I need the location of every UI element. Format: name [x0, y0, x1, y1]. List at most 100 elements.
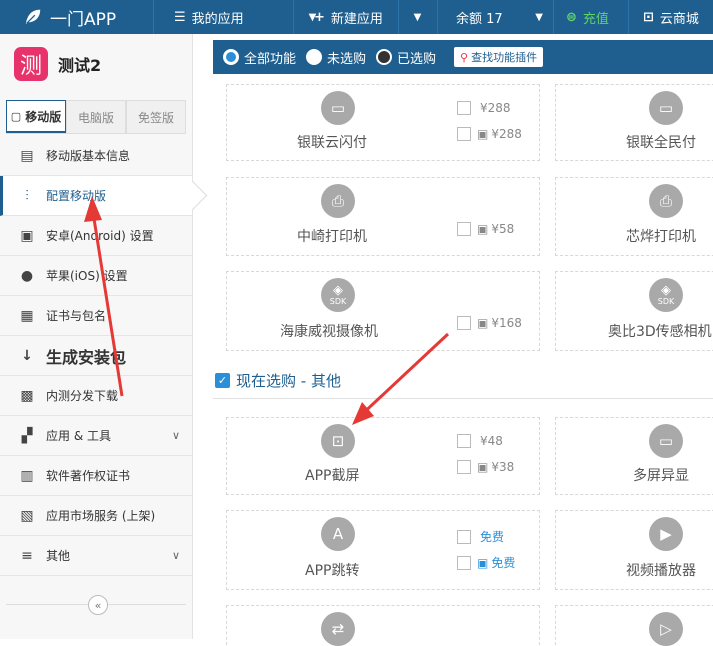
certificate-icon: ▦: [20, 307, 34, 324]
price-ios[interactable]: ¥288: [457, 101, 511, 115]
transfer-icon: ⇄: [321, 612, 355, 646]
plugin-title: APP截屏: [305, 468, 360, 484]
tab-mobile-label: 移动版: [25, 109, 62, 124]
checkbox[interactable]: [457, 101, 471, 115]
checkbox[interactable]: [457, 460, 471, 474]
monitor-icon: ▭: [649, 424, 683, 458]
yuan-icon: ⊜: [566, 9, 577, 25]
price-android[interactable]: ▣ ¥288: [457, 127, 522, 141]
sliders-icon: ⫶: [25, 187, 29, 204]
printer-icon: ⎙: [649, 184, 683, 218]
filter-all-radio[interactable]: 全部功能: [223, 48, 296, 67]
plugin-card-xinye-printer[interactable]: ⎙ 芯烨打印机: [555, 177, 713, 256]
balance-menu[interactable]: 余额 17 ▼: [437, 0, 553, 34]
list-icon: ▤: [20, 147, 34, 164]
plugin-card-hikvision-camera[interactable]: ◈ SDK 海康威视摄像机 ▣ ¥168: [226, 271, 540, 351]
sidebar-item-build-package[interactable]: ↓ 生成安装包: [0, 336, 192, 376]
plugin-card-partial[interactable]: ⇄: [226, 605, 540, 646]
sidebar-item-label: 配置移动版: [46, 189, 107, 203]
tab-no-sign[interactable]: 免签版: [126, 100, 186, 133]
price-ios[interactable]: 免费: [457, 528, 504, 545]
checkbox[interactable]: [457, 555, 471, 570]
filter-selected-radio[interactable]: 已选购: [376, 48, 436, 67]
android-icon: ▣: [477, 555, 489, 570]
card-payment-icon: ▭: [649, 91, 683, 125]
store-button[interactable]: ⊡ 云商城: [628, 0, 713, 34]
sidebar-item-config-mobile[interactable]: ⫶ 配置移动版: [0, 176, 192, 216]
plugin-card-partial[interactable]: ▷: [555, 605, 713, 646]
checkbox[interactable]: [457, 434, 471, 448]
search-plugin-button[interactable]: ⚲ 查找功能插件: [454, 47, 544, 67]
qrcode-icon: ▩: [20, 387, 34, 404]
tab-mobile[interactable]: ▢ 移动版: [6, 100, 66, 133]
app-name: 测试2: [58, 56, 102, 75]
plugin-card-video-player[interactable]: ▶ 视频播放器: [555, 510, 713, 590]
layers-icon: ◈: [333, 282, 343, 298]
price-android[interactable]: ▣ ¥38: [457, 460, 514, 474]
top-nav-bar: 一门APP ☰ 我的应用 ▼ + 新建应用 ▼ 余额 17 ▼ ⊜ 充值 ⊡ 云…: [0, 0, 713, 34]
sidebar-item-apps-tools[interactable]: ▞ 应用 & 工具 ∨: [0, 416, 192, 456]
tab-desktop[interactable]: 电脑版: [66, 100, 126, 133]
collapse-sidebar-button[interactable]: «: [88, 595, 108, 615]
android-icon: ▣: [477, 460, 489, 474]
radio-checked-icon: [223, 49, 239, 65]
sidebar-item-other[interactable]: ≡ 其他 ∨: [0, 536, 192, 576]
leaf-logo-icon: [25, 9, 41, 25]
plugin-title: 海康威视摄像机: [280, 324, 378, 340]
plugin-card-app-jump[interactable]: A APP跳转 免费 ▣ 免费: [226, 510, 540, 590]
plugin-title: 中崎打印机: [297, 229, 367, 245]
price-android[interactable]: ▣ ¥168: [457, 316, 522, 330]
plugin-card-unionpay-allpay[interactable]: ▭ 银联全民付: [555, 84, 713, 161]
sidebar-item-ios[interactable]: ● 苹果(iOS) 设置: [0, 256, 192, 296]
checkbox[interactable]: [457, 529, 471, 544]
checkbox[interactable]: [457, 127, 471, 141]
sidebar-item-label: 移动版基本信息: [46, 149, 131, 163]
app-header: 测 测试2: [0, 34, 192, 94]
apple-icon: ●: [20, 267, 34, 284]
filter-unselected-radio[interactable]: 未选购: [306, 48, 366, 67]
sidebar-item-beta-distribution[interactable]: ▩ 内测分发下载: [0, 376, 192, 416]
new-app-label: 新建应用: [330, 11, 383, 27]
price-android[interactable]: ▣ ¥58: [457, 222, 514, 236]
sidebar-item-certificate[interactable]: ▦ 证书与包名: [0, 296, 192, 336]
section-title: ✓ 现在选购 - 其他: [215, 370, 341, 391]
store-label: 云商城: [659, 11, 699, 27]
sidebar-item-android[interactable]: ▣ 安卓(Android) 设置: [0, 216, 192, 256]
recharge-button[interactable]: ⊜ 充值: [553, 0, 628, 34]
plugin-card-orbbec-3d-camera[interactable]: ◈ SDK 奥比3D传感相机: [555, 271, 713, 351]
price-android[interactable]: ▣ 免费: [457, 554, 515, 571]
brand-logo[interactable]: 一门APP: [0, 0, 153, 34]
plugin-card-unionpay-quickpass[interactable]: ▭ 银联云闪付 ¥288 ▣ ¥288: [226, 84, 540, 161]
plugin-title: 奥比3D传感相机: [608, 324, 712, 340]
checkbox[interactable]: [457, 316, 471, 330]
checkbox[interactable]: [457, 222, 471, 236]
price-label: ¥168: [491, 316, 522, 330]
divider: [213, 398, 713, 399]
sidebar-item-app-market[interactable]: ▧ 应用市场服务 (上架): [0, 496, 192, 536]
sidebar-item-copyright[interactable]: ▥ 软件著作权证书: [0, 456, 192, 496]
new-app-caret[interactable]: ▼: [398, 0, 436, 34]
app-store-icon: A: [321, 517, 355, 551]
plugin-title: 视频播放器: [626, 563, 696, 579]
checkbox-checked-icon[interactable]: ✓: [215, 373, 230, 388]
sidebar-item-label: 软件著作权证书: [46, 469, 131, 483]
price-ios[interactable]: ¥48: [457, 434, 503, 448]
platform-tabs: ▢ 移动版 电脑版 免签版: [6, 100, 186, 134]
plugin-card-app-screenshot[interactable]: ⊡ APP截屏 ¥48 ▣ ¥38: [226, 417, 540, 495]
my-apps-menu[interactable]: ☰ 我的应用 ▼: [153, 0, 316, 34]
filter-bar: 全部功能 未选购 已选购 ⚲ 查找功能插件: [213, 40, 713, 74]
plugin-card-zhongqi-printer[interactable]: ⎙ 中崎打印机 ▣ ¥58: [226, 177, 540, 256]
sidebar-item-basic-info[interactable]: ▤ 移动版基本信息: [0, 136, 192, 176]
double-chevron-left-icon: «: [94, 598, 102, 612]
plugin-card-multi-screen[interactable]: ▭ 多屏异显: [555, 417, 713, 495]
radio-icon: [376, 49, 393, 65]
play-circle-icon: ▷: [649, 612, 683, 646]
search-icon: ⚲: [460, 51, 469, 64]
sdk-badge: SDK: [657, 296, 675, 306]
price-label: ¥48: [480, 434, 503, 448]
printer-icon: ⎙: [321, 184, 355, 218]
badge-icon: ▥: [20, 467, 34, 484]
my-apps-label: 我的应用: [191, 11, 244, 27]
search-plugin-label: 查找功能插件: [471, 51, 538, 64]
sdk-icon: ◈ SDK: [321, 278, 355, 312]
